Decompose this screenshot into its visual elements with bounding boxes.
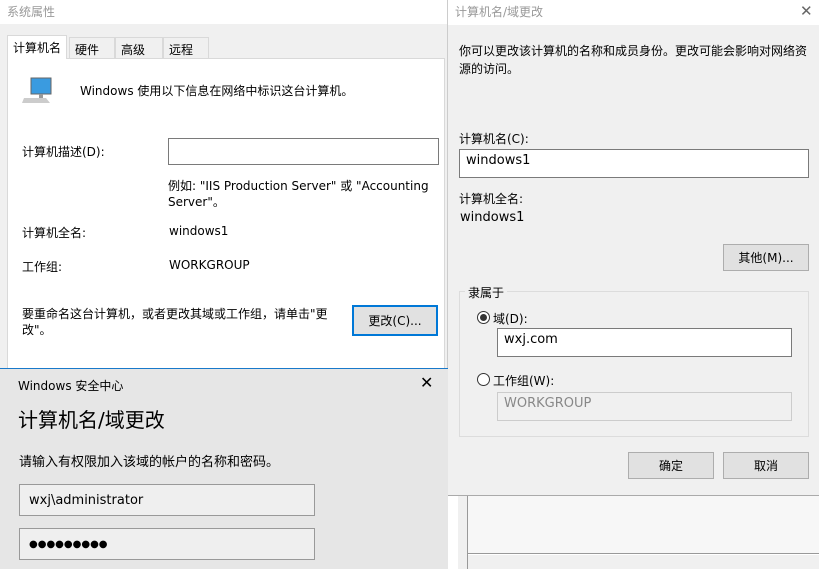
dialog-title: 计算机名/域更改 xyxy=(455,5,544,19)
workgroup-value: WORKGROUP xyxy=(169,258,250,272)
example-text-2: Server"。 xyxy=(168,195,225,209)
background-window-footer xyxy=(468,555,819,569)
computer-name-input[interactable]: windows1 xyxy=(459,149,809,178)
window-title: 系统属性 xyxy=(7,5,56,19)
tab-hardware[interactable]: 硬件 xyxy=(69,37,115,58)
description-input[interactable] xyxy=(168,138,439,165)
full-name-label: 计算机全名: xyxy=(459,192,524,206)
intro-text-2: 源的访问。 xyxy=(459,62,520,76)
security-dialog: Windows 安全中心 ✕ 计算机名/域更改 请输入有权限加入该域的帐户的名称… xyxy=(0,368,450,569)
tab-advanced[interactable]: 高级 xyxy=(115,37,163,58)
security-title: Windows 安全中心 xyxy=(18,379,124,393)
workgroup-input: WORKGROUP xyxy=(497,392,792,421)
password-input[interactable]: ●●●●●●●●● xyxy=(19,528,315,560)
workgroup-radio[interactable] xyxy=(477,373,490,386)
domain-radio[interactable] xyxy=(477,311,490,324)
background-window-panel xyxy=(468,496,819,554)
full-name-value: windows1 xyxy=(169,224,229,238)
domain-input[interactable]: wxj.com xyxy=(497,328,792,357)
intro-text: Windows 使用以下信息在网络中标识这台计算机。 xyxy=(80,84,354,98)
tab-remote[interactable]: 远程 xyxy=(163,37,209,58)
cancel-button[interactable]: 取消 xyxy=(723,452,809,479)
description-label: 计算机描述(D): xyxy=(22,145,105,159)
rename-text-1: 要重命名这台计算机，或者更改其域或工作组，请单击"更 xyxy=(22,307,328,321)
change-button[interactable]: 更改(C)... xyxy=(352,305,438,336)
name-change-dialog: 计算机名/域更改 ✕ 你可以更改该计算机的名称和成员身份。更改可能会影响对网络资… xyxy=(448,0,819,569)
title-bar xyxy=(0,0,447,24)
tab-computer-name[interactable]: 计算机名 xyxy=(7,35,68,59)
username-input[interactable]: wxj\administrator xyxy=(19,484,315,516)
close-icon[interactable]: ✕ xyxy=(800,2,813,20)
background-window-strip xyxy=(458,496,468,569)
full-name-value: windows1 xyxy=(460,210,525,225)
security-prompt: 请输入有权限加入该域的帐户的名称和密码。 xyxy=(19,455,280,470)
computer-name-label: 计算机名(C): xyxy=(459,132,529,146)
domain-label: 域(D): xyxy=(493,312,528,326)
workgroup-label: 工作组(W): xyxy=(493,374,555,388)
security-heading: 计算机名/域更改 xyxy=(18,408,165,432)
rename-text-2: 改"。 xyxy=(22,323,52,337)
ok-button[interactable]: 确定 xyxy=(628,452,714,479)
intro-text-1: 你可以更改该计算机的名称和成员身份。更改可能会影响对网络资 xyxy=(459,44,808,58)
close-icon[interactable]: ✕ xyxy=(420,373,433,392)
member-of-legend: 隶属于 xyxy=(465,284,508,301)
workgroup-label: 工作组: xyxy=(22,260,63,274)
example-text-1: 例如: "IIS Production Server" 或 "Accountin… xyxy=(168,179,429,193)
more-button[interactable]: 其他(M)... xyxy=(723,244,809,271)
full-name-label: 计算机全名: xyxy=(22,226,87,240)
computer-icon xyxy=(22,77,52,103)
